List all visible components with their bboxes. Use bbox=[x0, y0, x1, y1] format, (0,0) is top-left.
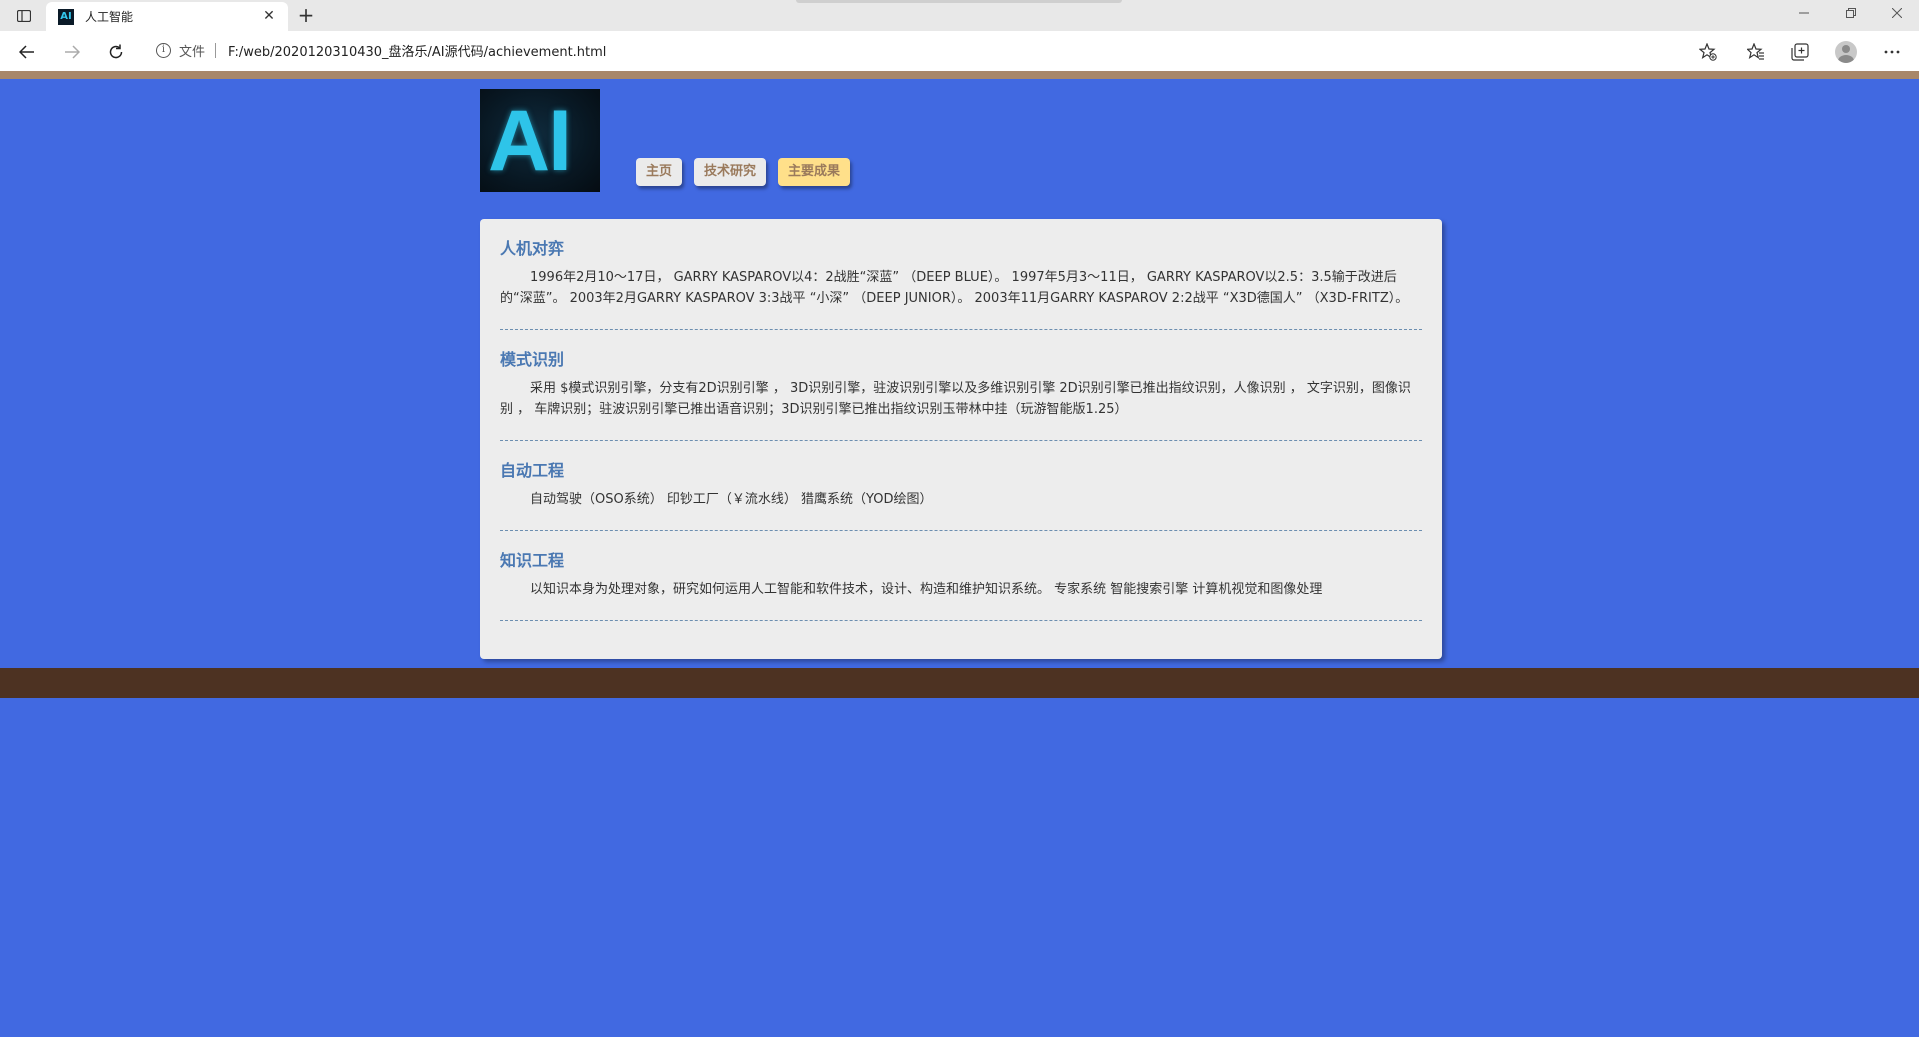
browser-tab-active[interactable]: AI 人工智能 ✕ bbox=[46, 2, 288, 31]
back-arrow-icon bbox=[19, 45, 34, 59]
browser-tab-bar: AI 人工智能 ✕ + bbox=[0, 0, 1919, 31]
window-drag-strip bbox=[796, 0, 1122, 3]
settings-more-button[interactable] bbox=[1878, 38, 1906, 66]
address-bar[interactable]: i 文件 F:/web/2020120310430_盘洛乐/AI源代码/achi… bbox=[146, 35, 1726, 65]
nav-home[interactable]: 主页 bbox=[636, 158, 683, 186]
restore-icon bbox=[1846, 8, 1856, 18]
section-pattern-recognition: 模式识别 采用 $模式识别引擎，分支有2D识别引擎 ， 3D识别引擎，驻波识别引… bbox=[500, 330, 1422, 441]
close-icon bbox=[1891, 7, 1903, 19]
new-tab-button[interactable]: + bbox=[294, 4, 318, 28]
address-scheme-label: 文件 bbox=[179, 44, 206, 60]
refresh-icon bbox=[109, 44, 123, 59]
section-title: 模式识别 bbox=[500, 350, 565, 369]
refresh-button[interactable] bbox=[102, 38, 130, 66]
address-separator bbox=[215, 42, 217, 58]
minimize-icon bbox=[1799, 12, 1809, 14]
section-automation-engineering: 自动工程 自动驾驶（OSO系统） 印钞工厂（￥流水线） 猎鹰系统（YOD绘图） bbox=[500, 441, 1422, 531]
tab-title: 人工智能 bbox=[85, 10, 134, 24]
nav-research[interactable]: 技术研究 bbox=[694, 158, 767, 186]
section-knowledge-engineering: 知识工程 以知识本身为处理对象，研究如何运用人工智能和软件技术，设计、构造和维护… bbox=[500, 531, 1422, 621]
site-logo: AI bbox=[480, 89, 600, 192]
section-title: 知识工程 bbox=[500, 551, 565, 570]
site-nav: 主页 技术研究 主要成果 bbox=[636, 158, 851, 186]
more-options-icon bbox=[1884, 50, 1900, 54]
section-human-vs-machine: 人机对弈 1996年2月10～17日， GARRY KASPAROV以4：2战胜… bbox=[500, 219, 1422, 330]
browser-toolbar: i 文件 F:/web/2020120310430_盘洛乐/AI源代码/achi… bbox=[0, 31, 1919, 71]
forward-button[interactable] bbox=[58, 38, 86, 66]
collections-icon bbox=[1791, 43, 1809, 61]
content-card: 人机对弈 1996年2月10～17日， GARRY KASPAROV以4：2战胜… bbox=[480, 219, 1442, 659]
section-text: 以知识本身为处理对象，研究如何运用人工智能和软件技术，设计、构造和维护知识系统。… bbox=[530, 582, 1323, 597]
tab-actions-icon bbox=[17, 10, 31, 22]
forward-arrow-icon bbox=[65, 45, 80, 59]
section-title: 人机对弈 bbox=[500, 239, 565, 258]
logo-text: AI bbox=[488, 93, 572, 189]
section-text: 自动驾驶（OSO系统） 印钞工厂（￥流水线） 猎鹰系统（YOD绘图） bbox=[530, 492, 933, 507]
site-info-icon[interactable]: i bbox=[156, 42, 171, 58]
avatar-icon bbox=[1835, 41, 1857, 63]
add-favorite-button[interactable] bbox=[1695, 39, 1721, 65]
close-window-button[interactable] bbox=[1877, 4, 1917, 26]
tab-actions-button[interactable] bbox=[12, 6, 36, 26]
tab-close-button[interactable]: ✕ bbox=[260, 7, 278, 25]
minimize-button[interactable] bbox=[1784, 4, 1824, 26]
url-text[interactable]: F:/web/2020120310430_盘洛乐/AI源代码/achieveme… bbox=[228, 41, 606, 60]
page-top-stripe bbox=[0, 71, 1919, 79]
collections-button[interactable] bbox=[1786, 38, 1814, 66]
favorites-icon bbox=[1747, 43, 1764, 60]
favorites-button[interactable] bbox=[1742, 38, 1770, 66]
section-text: 1996年2月10～17日， GARRY KASPAROV以4：2战胜“深蓝” … bbox=[500, 270, 1409, 306]
section-text: 采用 $模式识别引擎，分支有2D识别引擎 ， 3D识别引擎，驻波识别引擎以及多维… bbox=[500, 381, 1411, 417]
profile-button[interactable] bbox=[1832, 38, 1860, 66]
restore-button[interactable] bbox=[1831, 4, 1871, 26]
section-title: 自动工程 bbox=[500, 461, 565, 480]
tab-favicon-icon: AI bbox=[58, 8, 74, 25]
nav-achievements[interactable]: 主要成果 bbox=[778, 158, 851, 186]
back-button[interactable] bbox=[13, 38, 41, 66]
star-add-icon bbox=[1699, 43, 1717, 61]
footer-band bbox=[0, 668, 1919, 698]
